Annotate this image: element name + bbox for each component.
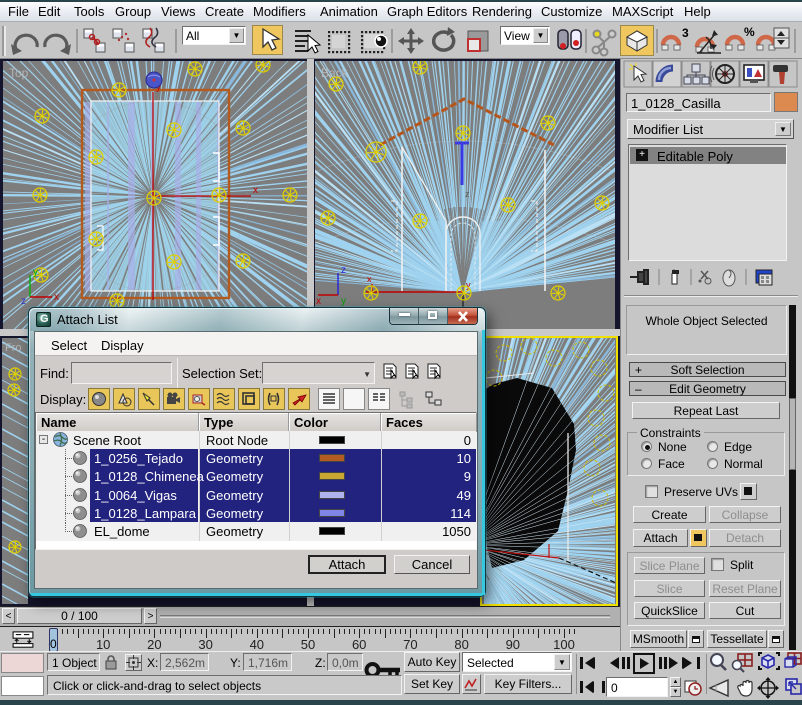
svg-text:Fro: Fro	[5, 342, 22, 354]
svg-text:x: x	[253, 185, 258, 196]
svg-text:Back: Back	[321, 66, 349, 80]
svg-text:Top: Top	[9, 66, 29, 80]
svg-text:%: %	[744, 25, 755, 39]
svg-text:z: z	[465, 189, 470, 199]
svg-text:z: z	[341, 265, 346, 276]
svg-text:3: 3	[682, 26, 689, 40]
svg-text:x: x	[316, 296, 321, 307]
svg-text:y: y	[466, 280, 471, 290]
svg-text:y: y	[341, 296, 346, 307]
svg-text:x: x	[54, 292, 59, 303]
svg-text:z: z	[21, 296, 26, 307]
svg-text:y: y	[33, 267, 38, 278]
svg-text:x: x	[367, 274, 372, 284]
